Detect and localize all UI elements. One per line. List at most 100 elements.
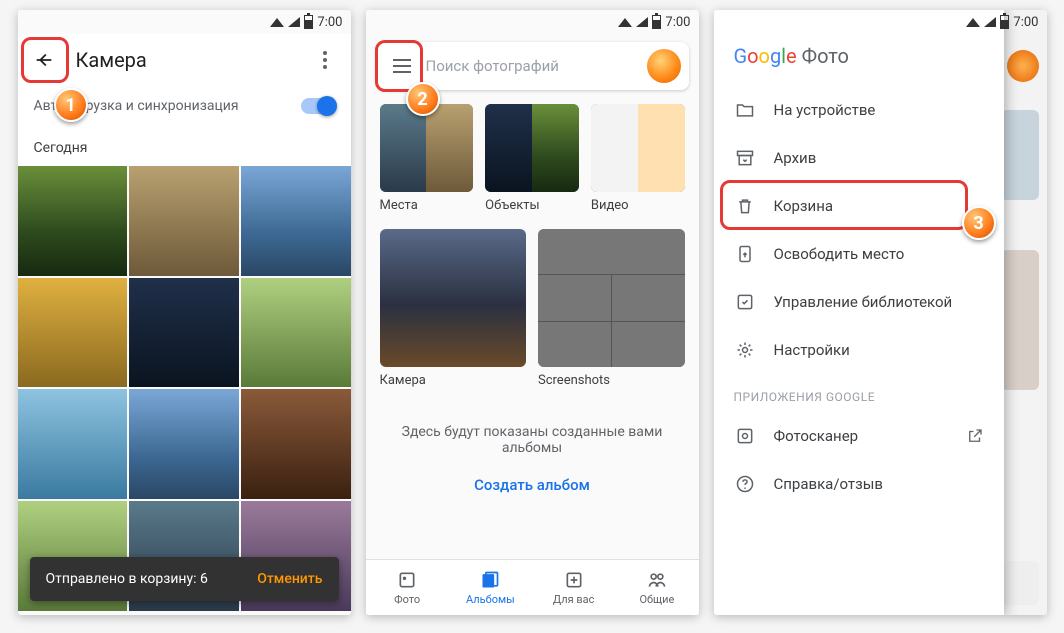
photoscan-icon <box>734 425 756 447</box>
photo-thumbnail[interactable] <box>18 166 128 276</box>
battery-icon <box>652 15 661 29</box>
category-places[interactable]: Места <box>380 104 474 213</box>
nav-foryou[interactable]: Для вас <box>532 560 615 615</box>
external-link-icon <box>966 427 984 445</box>
drawer-item-label: Справка/отзыв <box>774 475 883 493</box>
phone-screen-2: 7:00 Поиск фотографий Места Объекты Виде… <box>366 10 699 615</box>
toast-message: Отправлено в корзину: 6 <box>46 571 208 587</box>
photo-thumbnail[interactable] <box>129 278 239 388</box>
sync-switch[interactable] <box>301 98 335 114</box>
nav-drawer: Google Фото На устройстве Архив Корзина <box>714 10 1004 615</box>
google-photos-logo: Google Фото <box>714 40 1004 86</box>
battery-icon <box>1000 15 1009 29</box>
album-label: Камера <box>380 373 527 388</box>
nav-label: Для вас <box>553 593 595 606</box>
library-icon <box>734 291 756 313</box>
annotation-badge-2: 2 <box>406 82 440 116</box>
category-label: Объекты <box>485 198 579 213</box>
photo-thumbnail[interactable] <box>241 278 351 388</box>
nav-label: Альбомы <box>466 593 515 606</box>
drawer-item-label: Фотосканер <box>774 427 859 445</box>
statusbar: 7:00 <box>714 10 1047 34</box>
drawer-item-photoscan[interactable]: Фотосканер <box>714 412 1004 460</box>
albums-icon <box>479 569 501 591</box>
category-things[interactable]: Объекты <box>485 104 579 213</box>
photo-thumbnail[interactable] <box>18 278 128 388</box>
drawer-item-trash[interactable]: Корзина <box>714 182 1004 230</box>
statusbar: 7:00 <box>18 10 351 34</box>
nav-photos[interactable]: Фото <box>366 560 449 615</box>
wifi-icon <box>270 18 284 27</box>
section-header: Сегодня <box>18 126 351 166</box>
drawer-section-header: ПРИЛОЖЕНИЯ GOOGLE <box>714 374 1004 412</box>
category-label: Видео <box>591 198 685 213</box>
drawer-item-help[interactable]: Справка/отзыв <box>714 460 1004 508</box>
toast-undo-button[interactable]: Отменить <box>257 571 322 587</box>
albums-hint: Здесь будут показаны созданные вами альб… <box>366 424 699 456</box>
category-label: Места <box>380 198 474 213</box>
annotation-badge-3: 3 <box>962 206 996 240</box>
photo-thumbnail[interactable] <box>129 166 239 276</box>
archive-icon <box>734 147 756 169</box>
back-button[interactable] <box>24 40 64 80</box>
trash-icon <box>734 195 756 217</box>
photo-thumbnail[interactable] <box>129 389 239 499</box>
create-album-button[interactable]: Создать альбом <box>366 476 699 494</box>
more-options-button[interactable] <box>305 40 345 80</box>
statusbar-time: 7:00 <box>317 15 342 30</box>
drawer-item-label: Настройки <box>774 341 850 359</box>
foryou-icon <box>563 569 585 591</box>
account-avatar[interactable] <box>647 49 681 83</box>
annotation-badge-1: 1 <box>54 88 88 122</box>
page-title: Камера <box>76 48 305 72</box>
statusbar: 7:00 <box>366 10 699 34</box>
phone-screen-1: 7:00 Камера Автозагрузка и синхронизация… <box>18 10 351 615</box>
drawer-item-settings[interactable]: Настройки <box>714 326 1004 374</box>
album-label: Screenshots <box>538 373 685 388</box>
statusbar-time: 7:00 <box>1013 15 1038 30</box>
drawer-item-freeup[interactable]: Освободить место <box>714 230 1004 278</box>
album-screenshots[interactable]: Screenshots <box>538 229 685 388</box>
undo-toast: Отправлено в корзину: 6 Отменить <box>30 557 339 601</box>
search-placeholder: Поиск фотографий <box>426 57 647 75</box>
drawer-item-label: Корзина <box>774 197 834 215</box>
shared-icon <box>646 569 668 591</box>
nav-label: Фото <box>394 593 420 606</box>
battery-icon <box>304 15 313 29</box>
signal-icon <box>288 17 300 27</box>
help-icon <box>734 473 756 495</box>
bottom-nav: Фото Альбомы Для вас Общие <box>366 559 699 615</box>
logo-suffix: Фото <box>802 44 849 68</box>
gear-icon <box>734 339 756 361</box>
drawer-item-label: На устройстве <box>774 101 876 119</box>
statusbar-time: 7:00 <box>665 15 690 30</box>
folder-icon <box>734 99 756 121</box>
nav-shared[interactable]: Общие <box>615 560 698 615</box>
category-videos[interactable]: Видео <box>591 104 685 213</box>
back-arrow-icon <box>33 49 55 71</box>
header: Камера <box>18 34 351 86</box>
drawer-item-label: Управление библиотекой <box>774 293 953 311</box>
drawer-item-library[interactable]: Управление библиотекой <box>714 278 1004 326</box>
wifi-icon <box>618 18 632 27</box>
photo-grid <box>18 166 351 611</box>
wifi-icon <box>966 18 980 27</box>
drawer-item-device[interactable]: На устройстве <box>714 86 1004 134</box>
album-camera[interactable]: Камера <box>380 229 527 388</box>
category-row: Места Объекты Видео <box>366 98 699 219</box>
freeup-icon <box>734 243 756 265</box>
signal-icon <box>984 17 996 27</box>
phone-screen-3: 7:00 Google Фото На устройстве Архив Кор… <box>714 10 1047 615</box>
albums-row: Камера Screenshots <box>366 219 699 394</box>
drawer-item-label: Освободить место <box>774 245 905 263</box>
photo-thumbnail[interactable] <box>18 389 128 499</box>
menu-button[interactable] <box>384 48 420 84</box>
drawer-item-label: Архив <box>774 149 817 167</box>
photo-thumbnail[interactable] <box>241 166 351 276</box>
photo-thumbnail[interactable] <box>241 389 351 499</box>
signal-icon <box>636 17 648 27</box>
drawer-item-archive[interactable]: Архив <box>714 134 1004 182</box>
photos-icon <box>396 569 418 591</box>
nav-label: Общие <box>639 593 674 606</box>
nav-albums[interactable]: Альбомы <box>449 560 532 615</box>
